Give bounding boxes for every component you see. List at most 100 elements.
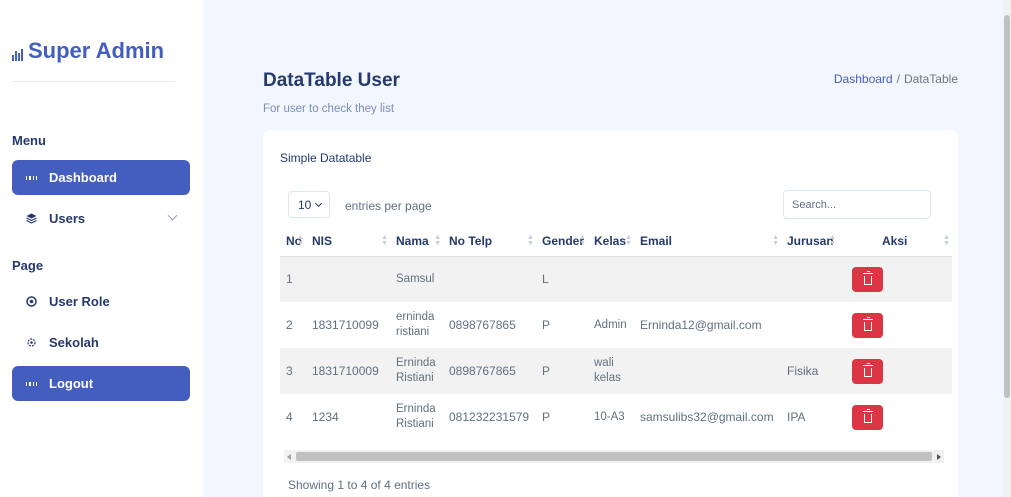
cell-kelas: Admin [594,318,627,331]
cell-kelas: wali kelas [588,348,634,394]
stack-icon [26,213,37,224]
sidebar-divider [12,81,175,82]
cell-jurusan [781,256,838,302]
sidebar: Super Admin Menu Dashboard Users Page Us… [0,0,203,497]
column-header-nis[interactable]: NIS ▲ ▼ [306,226,390,257]
delete-button[interactable] [852,266,883,292]
scrollbar-thumb[interactable] [1004,15,1010,398]
table-header-row: No ▲ ▼ NIS ▲ ▼ Nama ▲ ▼ No Telp ▲ ▼ Gender ▲ ▼ Kel… [280,226,952,257]
cell-no: 2 [286,318,293,332]
cell-aksi [838,256,952,302]
cell-nis [306,256,390,302]
column-header-nama[interactable]: Nama ▲ ▼ [390,226,443,257]
sort-icon: ▲ ▼ [297,234,304,247]
entries-info: Showing 1 to 4 of 4 entries [288,478,431,492]
cell-nis: 1831710099 [312,318,379,332]
page-title: DataTable User [263,70,400,91]
trash-icon [862,408,873,423]
search-input[interactable] [783,190,931,219]
cell-telp [443,256,536,302]
delete-button[interactable] [852,358,883,384]
delete-button[interactable] [852,312,883,338]
per-page-value: 10 [298,197,312,212]
cell-jurusan: IPA [787,410,806,424]
scrollbar-thumb[interactable] [296,452,932,461]
chevron-down-icon [167,210,178,221]
cell-email [634,348,781,394]
cell-aksi [838,302,952,348]
cell-aksi [838,394,952,439]
vertical-scrollbar[interactable] [1003,0,1011,497]
sidebar-item-user-role[interactable]: User Role [12,284,190,319]
datatable-card: Simple Datatable 10 entries per page No▲… [263,130,958,497]
sort-icon: ▲ ▼ [579,234,586,247]
cell-jurusan [781,302,838,348]
column-header-gender[interactable]: Gender ▲ ▼ [536,226,588,257]
scroll-right-icon[interactable] [937,454,941,460]
cell-kelas [588,256,634,302]
trash-icon [862,362,873,377]
sort-icon: ▲ ▼ [943,234,950,247]
cell-kelas: 10-A3 [594,410,625,423]
per-page-select[interactable]: 10 [288,191,330,218]
cell-telp: 0898767865 [443,348,536,394]
sidebar-item-users[interactable]: Users [12,201,190,236]
cell-email: samsulibs32@gmail.com [640,410,774,424]
trash-icon [862,270,873,285]
per-page-label: entries per page [345,199,432,213]
delete-button[interactable] [852,404,883,430]
table-row: 1 Samsul L [280,256,952,302]
sort-icon: ▲ ▼ [434,234,441,247]
column-header-no[interactable]: No ▲ ▼ [280,226,306,257]
breadcrumb-dashboard-link[interactable]: Dashboard [834,72,893,86]
cell-nama: Samsul [390,256,443,302]
cell-jurusan: Fisika [781,348,838,394]
sidebar-item-sekolah[interactable]: Sekolah [12,325,190,360]
cell-telp: 0898767865 [449,318,516,332]
sort-icon: ▲ ▼ [625,234,632,247]
data-table: No ▲ ▼ NIS ▲ ▼ Nama ▲ ▼ No Telp ▲ ▼ Gender ▲ ▼ Kel… [280,226,952,439]
cog-icon [26,337,37,348]
bar-chart-icon [12,48,24,61]
cell-email [634,256,781,302]
cell-nama: Erninda Ristiani [396,403,436,430]
cell-no: 3 [280,348,306,394]
page-subtitle: For user to check they list [263,103,395,115]
column-header-email[interactable]: Email ▲ ▼ [634,226,781,257]
cell-aksi [838,348,952,394]
grid-icon [26,378,37,389]
cell-no: 1 [280,256,306,302]
sort-icon: ▲ ▼ [772,234,779,247]
page-section-title: Page [12,258,44,273]
grid-icon [26,172,37,183]
life-ring-icon [26,296,37,307]
cell-nis: 1831710009 [306,348,390,394]
cell-no: 4 [286,410,293,424]
table-container: No ▲ ▼ NIS ▲ ▼ Nama ▲ ▼ No Telp ▲ ▼ Gender ▲ ▼ Kel… [280,226,952,439]
cell-gender: P [542,410,551,424]
table-row: 3 1831710009 Erninda Ristiani 0898767865… [280,348,952,394]
cell-gender: P [542,318,551,332]
column-header-no-telp[interactable]: No Telp ▲ ▼ [443,226,536,257]
horizontal-scrollbar[interactable] [284,450,944,463]
sort-icon: ▲ ▼ [527,234,534,247]
breadcrumb-current: DataTable [903,72,958,86]
sidebar-item-label: User Role [49,294,110,309]
sidebar-item-logout[interactable]: Logout [12,366,190,401]
sidebar-item-label: Logout [49,376,94,391]
column-header-kelas[interactable]: Kelas ▲ ▼ [588,226,634,257]
column-header-jurusan[interactable]: Jurusan ▲ ▼ [781,226,838,257]
cell-email: Erninda12@gmail.com [640,318,762,332]
sidebar-item-dashboard[interactable]: Dashboard [12,160,190,195]
cell-gender: P [536,348,588,394]
card-title: Simple Datatable [280,151,372,165]
scroll-left-icon[interactable] [287,454,291,460]
breadcrumb-separator: / [896,72,900,86]
logo[interactable]: Super Admin [12,38,164,64]
sort-icon: ▲ ▼ [829,234,836,247]
sidebar-item-label: Sekolah [49,335,99,350]
sidebar-item-label: Dashboard [49,170,117,185]
logo-text: Super Admin [28,38,165,63]
column-header-aksi[interactable]: Aksi ▲ ▼ [838,226,952,257]
menu-section-title: Menu [12,133,46,148]
